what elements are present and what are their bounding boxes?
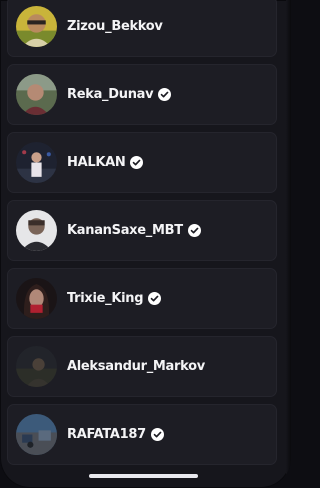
user-card[interactable]: Zizou_Bekkov: [7, 0, 277, 57]
user-avatar[interactable]: [16, 6, 57, 47]
user-card[interactable]: Trixie_King: [7, 268, 277, 329]
user-avatar[interactable]: [16, 210, 57, 251]
user-photo-avatar-icon: [16, 278, 57, 319]
verified-badge-icon: [150, 428, 164, 441]
user-name-row: HALKAN: [67, 155, 144, 170]
verified-badge-icon: [148, 292, 162, 305]
user-card[interactable]: KananSaxe_MBT: [7, 200, 277, 261]
user-card[interactable]: Aleksandur_Markov: [7, 336, 277, 397]
user-list: Zizou_Bekkov Reka_Dunav HALKAN KananSaxe…: [7, 0, 277, 472]
user-name-row: KananSaxe_MBT: [67, 223, 201, 238]
user-photo-avatar-icon: [16, 6, 57, 47]
user-name-row: Zizou_Bekkov: [67, 19, 163, 34]
user-name-row: Trixie_King: [67, 291, 162, 306]
user-name: RAFATA187: [67, 427, 146, 442]
user-name-row: RAFATA187: [67, 427, 164, 442]
user-name: HALKAN: [67, 155, 126, 170]
user-avatar[interactable]: [16, 74, 57, 115]
verified-badge-icon: [130, 156, 144, 169]
user-avatar[interactable]: [16, 346, 57, 387]
home-indicator[interactable]: [89, 474, 198, 478]
user-avatar[interactable]: [16, 414, 57, 455]
user-photo-avatar-icon: [16, 74, 57, 115]
verified-badge-icon: [158, 88, 172, 101]
user-card[interactable]: Reka_Dunav: [7, 64, 277, 125]
user-photo-avatar-icon: [16, 142, 57, 183]
user-photo-avatar-icon: [16, 210, 57, 251]
user-name-row: Reka_Dunav: [67, 87, 172, 102]
user-name-row: Aleksandur_Markov: [67, 359, 205, 374]
device-edge: [286, 0, 291, 488]
user-name: Aleksandur_Markov: [67, 359, 205, 374]
user-photo-avatar-icon: [16, 414, 57, 455]
user-avatar[interactable]: [16, 142, 57, 183]
user-avatar[interactable]: [16, 278, 57, 319]
user-card[interactable]: RAFATA187: [7, 404, 277, 465]
user-name: KananSaxe_MBT: [67, 223, 183, 238]
user-list-screen: Zizou_Bekkov Reka_Dunav HALKAN KananSaxe…: [0, 0, 291, 488]
user-name: Zizou_Bekkov: [67, 19, 163, 34]
user-card[interactable]: HALKAN: [7, 132, 277, 193]
user-name: Reka_Dunav: [67, 87, 154, 102]
user-photo-avatar-icon: [16, 346, 57, 387]
verified-badge-icon: [187, 224, 201, 237]
user-name: Trixie_King: [67, 291, 144, 306]
